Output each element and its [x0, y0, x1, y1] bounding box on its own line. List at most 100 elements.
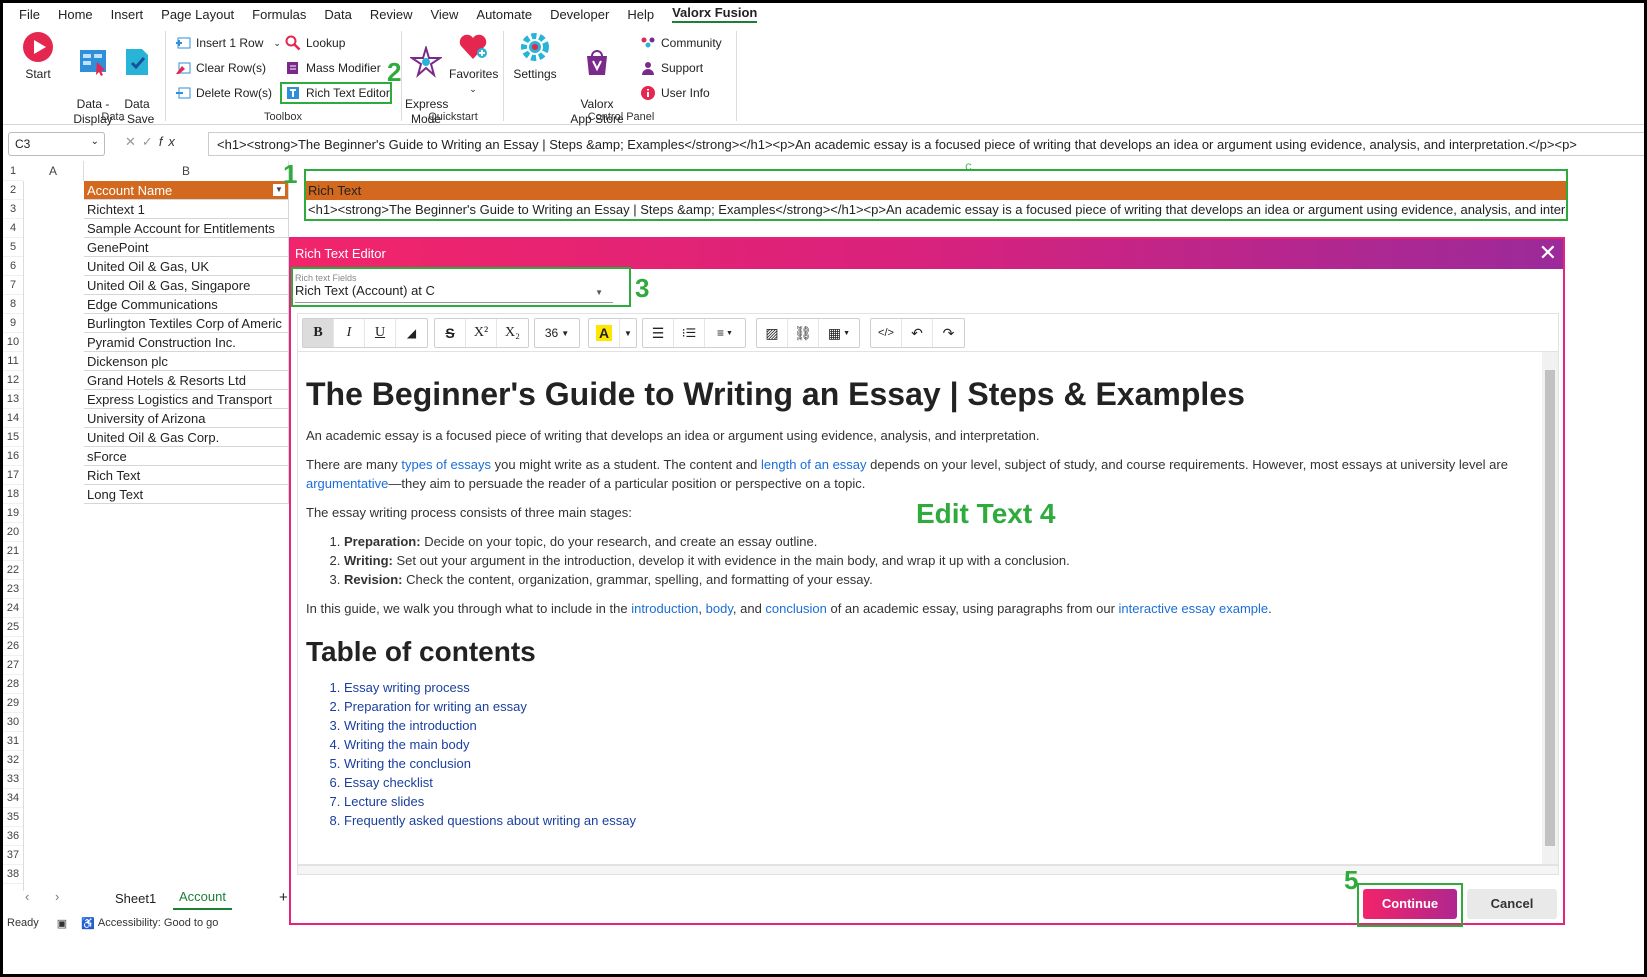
menu-view[interactable]: View: [430, 7, 458, 22]
superscript-icon[interactable]: X²: [466, 319, 497, 347]
color-dropdown-icon[interactable]: ▼: [620, 319, 636, 347]
bold-icon[interactable]: B: [303, 319, 334, 347]
link-body[interactable]: body: [706, 601, 733, 616]
link-argumentative[interactable]: argumentative: [306, 476, 388, 491]
column-header-b[interactable]: B: [84, 161, 289, 181]
name-box[interactable]: C3 ⌄: [8, 132, 105, 156]
redo-icon[interactable]: ↷: [933, 319, 964, 347]
row-header[interactable]: 35: [3, 808, 23, 827]
community-button[interactable]: Community: [640, 33, 722, 53]
account-name-cell[interactable]: GenePoint: [84, 238, 289, 257]
mass-modifier-button[interactable]: Mass Modifier: [285, 58, 381, 78]
row-header[interactable]: 21: [3, 542, 23, 561]
row-header[interactable]: 36: [3, 827, 23, 846]
italic-icon[interactable]: I: [334, 319, 365, 347]
underline-icon[interactable]: U: [365, 319, 396, 347]
macro-icon[interactable]: ▣: [57, 917, 67, 930]
image-icon[interactable]: ▨: [757, 319, 788, 347]
row-header[interactable]: 16: [3, 447, 23, 466]
settings-button[interactable]: Settings: [511, 25, 559, 82]
fx-icon[interactable]: fx: [159, 134, 181, 149]
paragraph-guide[interactable]: In this guide, we walk you through what …: [306, 599, 1528, 618]
column-header-a[interactable]: A: [23, 161, 84, 181]
cancel-icon[interactable]: ✕: [125, 134, 142, 149]
add-sheet-button[interactable]: +: [279, 889, 288, 906]
account-name-cell[interactable]: Rich Text: [84, 466, 289, 485]
row-header[interactable]: 29: [3, 694, 23, 713]
row-header[interactable]: 32: [3, 751, 23, 770]
row-header[interactable]: 38: [3, 865, 23, 884]
row-header[interactable]: 9: [3, 314, 23, 333]
row-header[interactable]: 17: [3, 466, 23, 485]
account-name-cell[interactable]: United Oil & Gas Corp.: [84, 428, 289, 447]
chevron-down-icon[interactable]: ⌄: [91, 136, 99, 147]
row-header[interactable]: 33: [3, 770, 23, 789]
row-header[interactable]: 34: [3, 789, 23, 808]
account-name-cell[interactable]: Pyramid Construction Inc.: [84, 333, 289, 352]
essay-title[interactable]: The Beginner's Guide to Writing an Essay…: [306, 376, 1528, 412]
link-types-of-essays[interactable]: types of essays: [401, 457, 491, 472]
row-header[interactable]: 25: [3, 618, 23, 637]
row-header[interactable]: 7: [3, 276, 23, 295]
toc-item[interactable]: Frequently asked questions about writing…: [344, 811, 1528, 830]
link-length-of-essay[interactable]: length of an essay: [761, 457, 867, 472]
account-name-cell[interactable]: Grand Hotels & Resorts Ltd: [84, 371, 289, 390]
menu-data[interactable]: Data: [324, 7, 351, 22]
row-header[interactable]: 22: [3, 561, 23, 580]
row-header[interactable]: 12: [3, 371, 23, 390]
row-header[interactable]: 30: [3, 713, 23, 732]
row-header[interactable]: 28: [3, 675, 23, 694]
next-sheet-icon[interactable]: ›: [55, 889, 59, 904]
close-icon[interactable]: ✕: [1539, 242, 1557, 264]
toc-item[interactable]: Writing the conclusion: [344, 754, 1528, 773]
start-button[interactable]: Start: [17, 25, 59, 82]
row-header[interactable]: 11: [3, 352, 23, 371]
subscript-icon[interactable]: X₂: [497, 319, 528, 347]
row-header[interactable]: 14: [3, 409, 23, 428]
menu-developer[interactable]: Developer: [550, 7, 609, 22]
editor-document[interactable]: The Beginner's Guide to Writing an Essay…: [306, 362, 1528, 840]
account-name-cell[interactable]: University of Arizona: [84, 409, 289, 428]
list-item[interactable]: Revision: Check the content, organizatio…: [344, 570, 1528, 589]
account-name-cell[interactable]: United Oil & Gas, UK: [84, 257, 289, 276]
list-item[interactable]: Writing: Set out your argument in the in…: [344, 551, 1528, 570]
menu-home[interactable]: Home: [58, 7, 93, 22]
editor-scrollbar[interactable]: [1542, 352, 1558, 864]
lookup-button[interactable]: Lookup: [285, 33, 345, 53]
strikethrough-icon[interactable]: S: [435, 319, 466, 347]
row-header[interactable]: 8: [3, 295, 23, 314]
toc-item[interactable]: Essay checklist: [344, 773, 1528, 792]
paragraph-intro[interactable]: An academic essay is a focused piece of …: [306, 426, 1528, 445]
menu-insert[interactable]: Insert: [111, 7, 144, 22]
account-name-header[interactable]: Account Name ▼: [84, 181, 289, 200]
toc-item[interactable]: Preparation for writing an essay: [344, 697, 1528, 716]
paragraph-types[interactable]: There are many types of essays you might…: [306, 455, 1528, 493]
account-name-cell[interactable]: sForce: [84, 447, 289, 466]
toc-heading[interactable]: Table of contents: [306, 636, 1528, 668]
cancel-button[interactable]: Cancel: [1467, 889, 1557, 919]
row-header[interactable]: 1: [3, 162, 23, 181]
menu-formulas[interactable]: Formulas: [252, 7, 306, 22]
insert-row-button[interactable]: Insert 1 Row ⌄: [175, 33, 281, 53]
toc-item[interactable]: Essay writing process: [344, 678, 1528, 697]
account-name-cell[interactable]: Dickenson plc: [84, 352, 289, 371]
clear-rows-button[interactable]: Clear Row(s): [175, 58, 266, 78]
align-icon[interactable]: ≡ ▼: [705, 319, 745, 347]
link-interactive-essay-example[interactable]: interactive essay example: [1119, 601, 1269, 616]
user-info-button[interactable]: User Info: [640, 83, 710, 103]
delete-rows-button[interactable]: Delete Row(s): [175, 83, 272, 103]
sheet-tab-account[interactable]: Account: [173, 885, 232, 910]
chevron-down-icon[interactable]: ⌄: [449, 82, 497, 97]
row-header[interactable]: 15: [3, 428, 23, 447]
sheet-tab-sheet1[interactable]: Sheet1: [115, 891, 156, 906]
row-header[interactable]: 19: [3, 504, 23, 523]
menu-file[interactable]: File: [19, 7, 40, 22]
account-name-cell[interactable]: Burlington Textiles Corp of Americ: [84, 314, 289, 333]
check-icon[interactable]: ✓: [142, 134, 159, 149]
row-header[interactable]: 2: [3, 181, 23, 200]
code-view-icon[interactable]: </>: [871, 319, 902, 347]
row-header[interactable]: 37: [3, 846, 23, 865]
formula-input[interactable]: <h1><strong>The Beginner's Guide to Writ…: [208, 132, 1644, 156]
link-conclusion[interactable]: conclusion: [765, 601, 826, 616]
numbered-list-icon[interactable]: ⁝☰: [674, 319, 705, 347]
